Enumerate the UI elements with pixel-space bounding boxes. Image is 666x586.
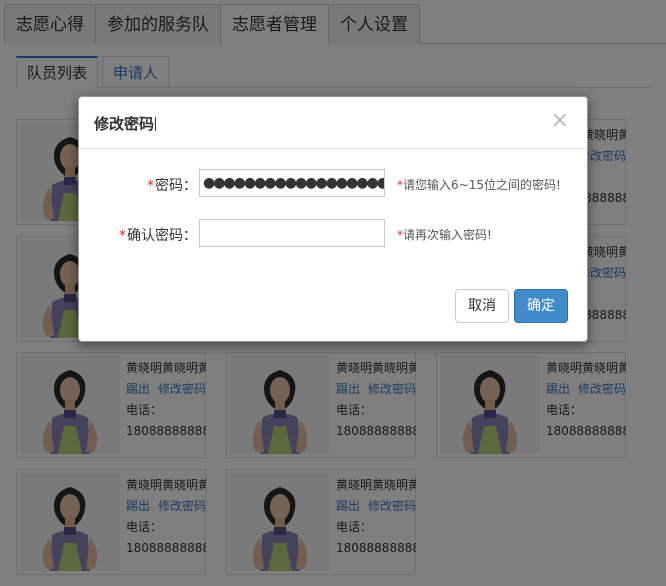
confirm-password-input[interactable] xyxy=(199,219,385,247)
password-hint: *请您输入6~15位之间的密码! xyxy=(397,178,561,192)
confirm-password-hint: *请再次输入密码! xyxy=(397,228,492,242)
text-caret xyxy=(155,117,157,131)
page: 志愿心得 参加的服务队 志愿者管理 个人设置 队员列表 申请人 黄晓明黄晓明黄踢… xyxy=(0,0,666,586)
password-row: *密码： ●●●●●●●●●●●●●●●●●●●●●●●● *请您输入6~15位… xyxy=(79,169,589,199)
password-input[interactable]: ●●●●●●●●●●●●●●●●●●●●●●●● xyxy=(199,169,385,197)
confirm-password-label: *确认密码： xyxy=(119,228,197,244)
cancel-button[interactable]: 取消 xyxy=(455,289,509,323)
change-password-dialog: 修改密码 × *密码： ●●●●●●●●●●●●●●●●●●●●●●●● *请您… xyxy=(78,96,588,342)
password-label: *密码： xyxy=(147,178,197,194)
dialog-header: 修改密码 × xyxy=(79,97,587,149)
confirm-button[interactable]: 确定 xyxy=(514,289,568,323)
close-icon[interactable]: × xyxy=(551,109,569,133)
dialog-title: 修改密码 xyxy=(94,115,157,133)
confirm-password-row: *确认密码： *请再次输入密码! xyxy=(79,219,589,249)
